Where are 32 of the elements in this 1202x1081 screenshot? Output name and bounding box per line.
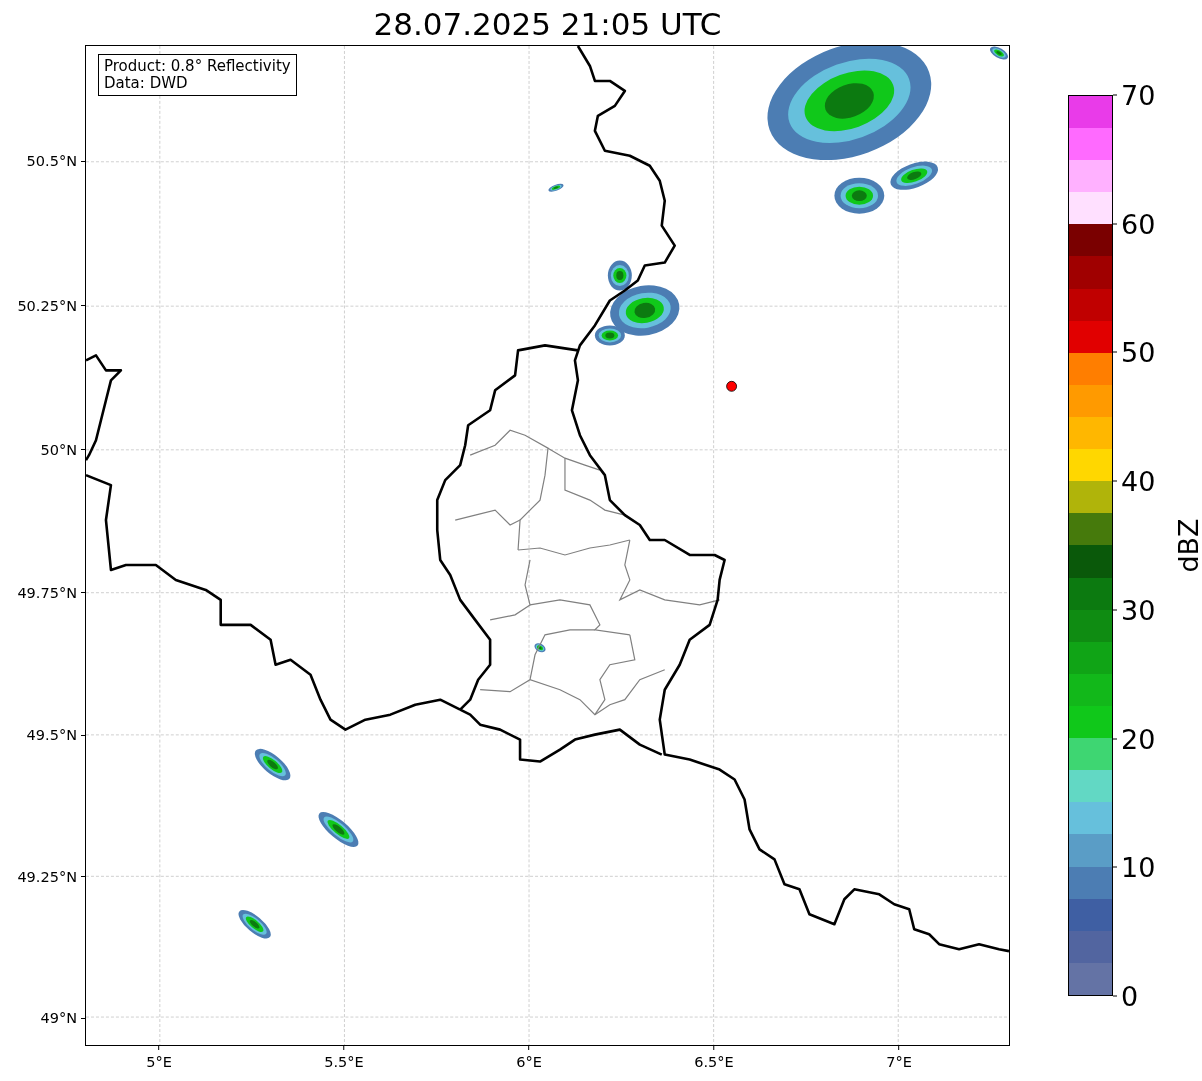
radar-echo: [548, 183, 564, 192]
colorbar-label: dBZ: [1172, 518, 1202, 573]
colorbar-tick-label: 60: [1121, 208, 1156, 240]
colorbar-tick-label: 50: [1121, 336, 1156, 368]
colorbar-tick-label: 20: [1121, 723, 1156, 755]
latitude-label: 50°N: [40, 441, 77, 458]
latitude-label: 49°N: [40, 1010, 77, 1026]
colorbar-tick-label: 40: [1121, 465, 1156, 497]
latitude-label: 49.25°N: [17, 869, 77, 885]
radar-echo: [318, 812, 359, 847]
longitude-label: 6.5°E: [694, 1054, 734, 1070]
radar-echo: [834, 177, 885, 214]
chart-title: 28.07.2025 21:05 UTC: [373, 5, 722, 44]
latitude-label: 50.25°N: [17, 297, 77, 314]
longitude-label: 6°E: [516, 1054, 542, 1070]
latitude-label: 50.5°N: [26, 153, 77, 169]
legend-text: Data: DWD: [104, 75, 189, 92]
longitude-label: 5.5°E: [324, 1054, 364, 1070]
latitude-label: 49.5°N: [26, 727, 77, 744]
radar-echo: [990, 46, 1008, 60]
radar-echo: [534, 643, 546, 653]
station-marker: [726, 380, 737, 392]
colorbar-tick-label: 30: [1121, 594, 1156, 626]
colorbar-tick-label: 0: [1121, 980, 1139, 1012]
latitude-label: 49.75°N: [17, 584, 77, 601]
radar-echo: [254, 748, 291, 781]
legend-text: Product: 0.8° Reflectivity: [104, 58, 291, 75]
colorbar-tick-label: 10: [1121, 851, 1156, 883]
colorbar-tick-label: 70: [1121, 79, 1156, 111]
radar-echo: [238, 910, 271, 939]
longitude-label: 5°E: [146, 1054, 172, 1070]
longitude-label: 7°E: [886, 1054, 912, 1070]
